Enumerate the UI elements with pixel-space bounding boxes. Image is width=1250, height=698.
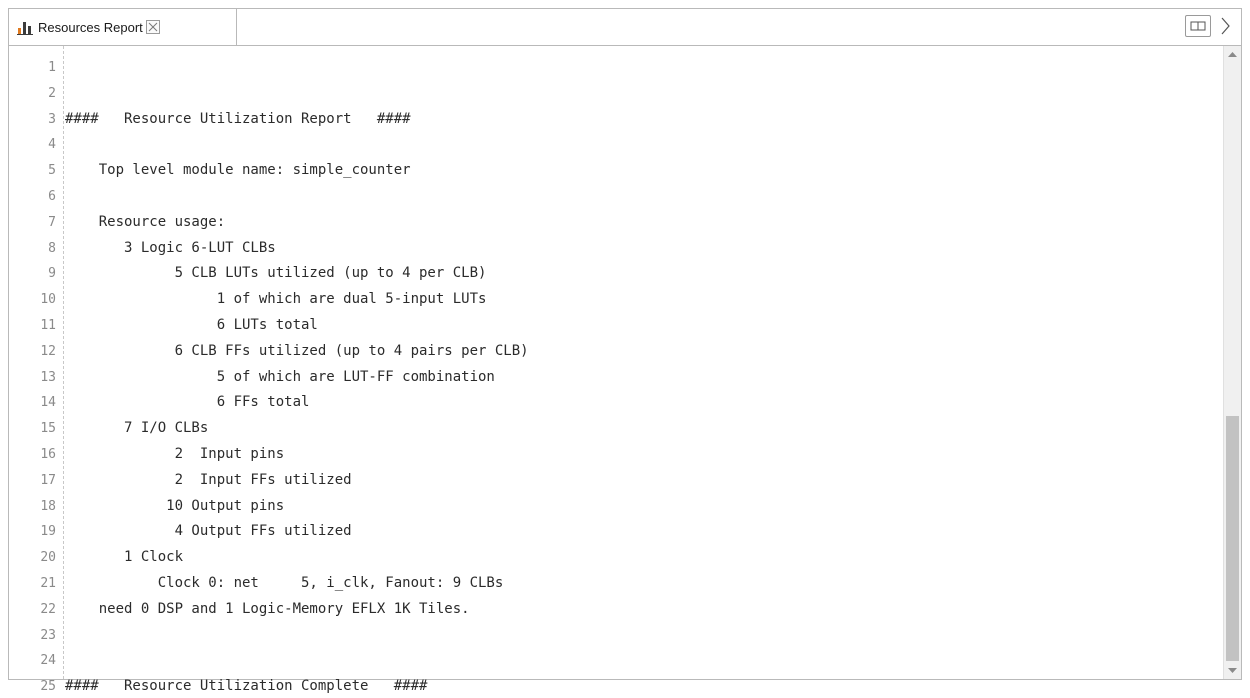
code-line: 13 5 of which are LUT-FF combination [9, 366, 495, 388]
tab-bar: Resources Report [9, 9, 1241, 46]
line-text: 2 Input pins [65, 446, 285, 462]
line-number: 5 [48, 163, 56, 179]
line-text: 2 Input FFs utilized [65, 471, 352, 488]
next-tab-button[interactable] [1213, 15, 1239, 37]
line-number: 23 [40, 627, 56, 643]
line-number: 1 [48, 60, 56, 75]
line-text: 7 I/O CLBs [65, 420, 209, 437]
line-number: 8 [48, 240, 56, 256]
line-text: 10 Output pins [65, 497, 285, 514]
line-number: 9 [48, 266, 56, 282]
line-number: 14 [40, 395, 56, 411]
code-line: 16 2 Input pins [9, 443, 284, 465]
line-number: 25 [40, 679, 56, 695]
line-number: 10 [40, 292, 56, 308]
code-line: 7 Resource usage: [9, 211, 225, 233]
line-number: 24 [40, 653, 56, 669]
line-text: 6 CLB FFs utilized (up to 4 pairs per CL… [65, 342, 529, 359]
line-number: 12 [40, 343, 56, 359]
line-number: 6 [48, 189, 56, 204]
scrollbar-track [1226, 64, 1239, 416]
line-number: 3 [48, 111, 56, 127]
line-text: need 0 DSP and 1 Logic-Memory EFLX 1K Ti… [65, 600, 470, 617]
code-line: 20 1 Clock [9, 546, 183, 568]
report-text-editor[interactable]: 1 2 3 #### Resource Utilization Report ####… [9, 46, 1241, 694]
code-line: 3 #### Resource Utilization Report #### [9, 108, 410, 130]
line-text: 1 of which are dual 5-input LUTs [65, 291, 487, 308]
code-line: 22 need 0 DSP and 1 Logic-Memory EFLX 1K… [9, 598, 469, 620]
line-text: 1 Clock [65, 549, 184, 566]
line-text: #### Resource Utilization Report #### [65, 110, 411, 127]
scroll-down-icon[interactable] [1224, 662, 1241, 679]
line-number: 11 [40, 318, 56, 333]
code-line: 2 [9, 82, 56, 104]
code-line: 21 Clock 0: net 5, i_clk, Fanout: 9 CLBs [9, 572, 503, 594]
line-number: 20 [40, 550, 56, 566]
close-icon[interactable] [145, 20, 160, 34]
code-line: 18 10 Output pins [9, 495, 284, 517]
scroll-up-icon[interactable] [1224, 46, 1241, 63]
line-number: 19 [40, 524, 56, 540]
split-view-icon [1190, 21, 1206, 31]
line-number: 4 [48, 137, 56, 153]
line-number: 15 [40, 421, 56, 437]
line-text: 6 LUTs total [65, 317, 318, 333]
line-text: 4 Output FFs utilized [65, 523, 352, 540]
line-text: 5 of which are LUT-FF combination [65, 368, 495, 385]
code-line: 25 #### Resource Utilization Complete ###… [9, 675, 427, 697]
code-line: 4 [9, 133, 56, 155]
line-text: 5 CLB LUTs utilized (up to 4 per CLB) [65, 265, 487, 282]
code-line: 23 [9, 624, 56, 646]
line-text: 3 Logic 6-LUT CLBs [65, 239, 276, 256]
code-line: 24 [9, 649, 56, 671]
chevron-right-icon [1221, 17, 1230, 35]
bar-chart-icon [17, 22, 33, 35]
line-number: 13 [40, 369, 56, 385]
code-line: 6 [9, 185, 56, 207]
code-line: 5 Top level module name: simple_counter [9, 159, 410, 181]
code-line: 8 3 Logic 6-LUT CLBs [9, 237, 276, 259]
line-number: 2 [48, 85, 56, 101]
code-line: 14 6 FFs total [9, 391, 309, 413]
code-line: 12 6 CLB FFs utilized (up to 4 pairs per… [9, 340, 528, 362]
line-number: 21 [40, 576, 56, 591]
line-text: 6 FFs total [65, 394, 310, 411]
line-text: Top level module name: simple_counter [65, 162, 411, 179]
code-line: 1 [9, 56, 56, 78]
code-line: 19 4 Output FFs utilized [9, 520, 351, 542]
line-number: 22 [40, 601, 56, 617]
code-line: 9 5 CLB LUTs utilized (up to 4 per CLB) [9, 262, 486, 284]
code-line: 11 6 LUTs total [9, 314, 318, 336]
code-line: 10 1 of which are dual 5-input LUTs [9, 288, 486, 310]
line-number: 17 [40, 472, 56, 488]
line-number: 16 [40, 447, 56, 462]
line-number: 18 [40, 498, 56, 514]
line-text: Resource usage: [65, 213, 226, 230]
line-text: #### Resource Utilization Complete #### [65, 678, 428, 695]
split-view-button[interactable] [1185, 15, 1211, 37]
code-line: 15 7 I/O CLBs [9, 417, 208, 439]
tab-label: Resources Report [38, 19, 143, 35]
scrollbar-thumb[interactable] [1226, 416, 1239, 661]
line-text: Clock 0: net 5, i_clk, Fanout: 9 CLBs [65, 575, 504, 591]
code-line: 17 2 Input FFs utilized [9, 469, 351, 491]
vertical-scrollbar[interactable] [1223, 46, 1241, 679]
report-window: Resources Report 1 2 3 #### Resource Uti… [8, 8, 1242, 694]
tab-resources-report[interactable]: Resources Report [9, 9, 237, 45]
line-number: 7 [48, 214, 56, 230]
